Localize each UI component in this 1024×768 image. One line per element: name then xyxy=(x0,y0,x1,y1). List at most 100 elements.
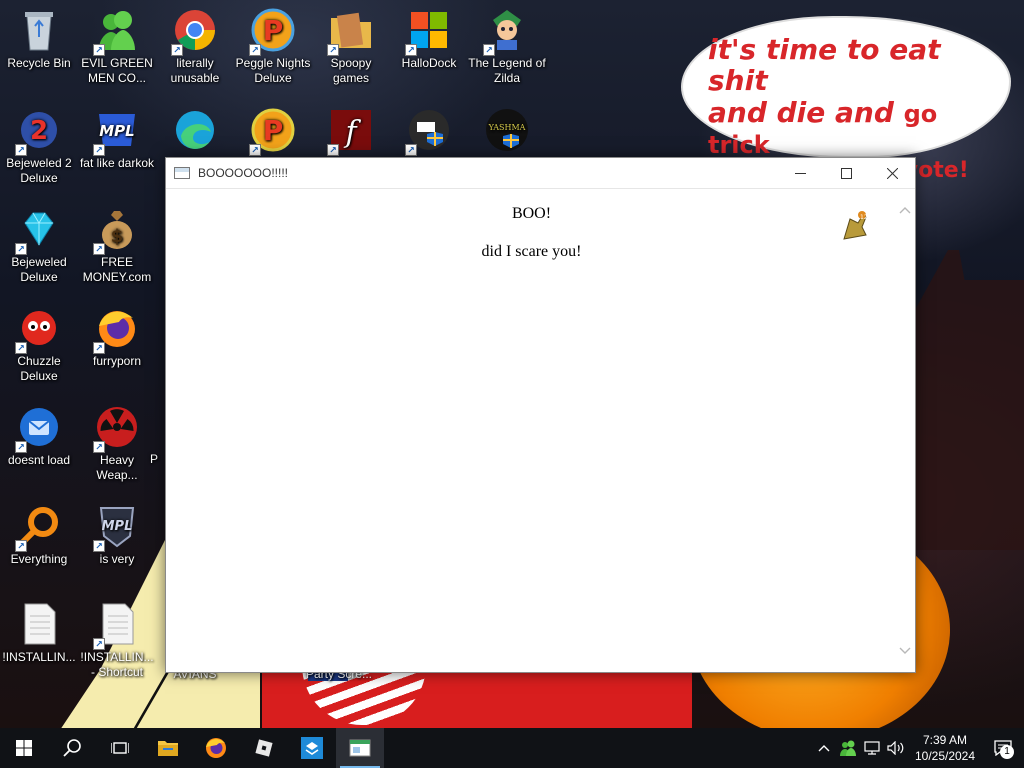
tray-volume[interactable] xyxy=(884,728,908,768)
desktop-icon-installing[interactable]: !INSTALLIN... xyxy=(0,600,78,665)
svg-text:YASHMA: YASHMA xyxy=(488,123,526,132)
clock-time: 7:39 AM xyxy=(922,733,968,747)
taskbar-firefox[interactable] xyxy=(192,728,240,768)
peggle-icon: P ↗ xyxy=(249,106,297,156)
tray-network[interactable] xyxy=(860,728,884,768)
maximize-icon xyxy=(840,167,852,179)
desktop-icon-peggle-deluxe[interactable]: P ↗ xyxy=(234,106,312,156)
desktop-icon-peggle-nights[interactable]: P ↗ Peggle Nights Deluxe xyxy=(234,6,312,86)
search-magnifier-icon: ↗ xyxy=(15,502,63,552)
app-icon xyxy=(301,737,323,759)
mpl-shield-icon: MPL ↗ xyxy=(93,502,141,552)
web-content: BOO! did I scare you! 12 xyxy=(166,189,897,672)
folder-icon xyxy=(158,741,178,756)
boo-heading: BOO! xyxy=(511,205,552,222)
desktop-icon-recycle-bin[interactable]: Recycle Bin xyxy=(0,6,78,71)
close-button[interactable] xyxy=(869,158,915,188)
tray-people-app[interactable] xyxy=(836,728,860,768)
window-body: BOO! did I scare you! 12 xyxy=(166,189,915,672)
minimize-icon xyxy=(794,172,806,174)
edge-icon xyxy=(171,106,219,154)
zilda-icon: ↗ xyxy=(483,6,531,56)
boo-dialog-window[interactable]: BOOOOOOO!!!!! BOO! did I scare you! 12 xyxy=(165,157,916,673)
firefox-icon xyxy=(206,738,226,758)
tray-overflow-button[interactable] xyxy=(812,728,836,768)
dancing-gif-image: 12 xyxy=(840,209,868,243)
chevron-up-icon xyxy=(818,745,830,752)
desktop-icon-flash[interactable]: f ↗ xyxy=(312,106,390,156)
desktop-icon-edge[interactable] xyxy=(156,106,234,156)
taskbar-roblox[interactable] xyxy=(240,728,288,768)
text-file-icon: ↗ xyxy=(93,600,141,650)
desktop-icon-hallodock[interactable]: ↗ HalloDock xyxy=(390,6,468,71)
notification-count-badge: 1 xyxy=(1000,745,1014,759)
svg-text:P: P xyxy=(263,114,284,147)
window-app-icon xyxy=(174,167,190,179)
chuzzle-icon: ↗ xyxy=(15,304,63,354)
desktop-icon-spoopy-games[interactable]: ↗ Spoopy games xyxy=(312,6,390,86)
window-titlebar[interactable]: BOOOOOOO!!!!! xyxy=(166,158,915,189)
desktop-icon-yashma[interactable]: YASHMA xyxy=(468,106,546,156)
minimize-button[interactable] xyxy=(777,158,823,188)
folder-icon: ↗ xyxy=(327,6,375,56)
money-bag-icon: $ ↗ xyxy=(93,205,141,255)
desktop-icon-fat-like-darkok[interactable]: MPL ↗ fat like darkok xyxy=(78,106,156,171)
text-file-icon xyxy=(15,600,63,648)
desktop-icon-furryporn[interactable]: ↗ furryporn xyxy=(78,304,156,369)
vertical-scrollbar[interactable] xyxy=(895,189,915,672)
task-view-icon xyxy=(111,742,129,754)
svg-text:$: $ xyxy=(111,226,124,247)
desktop-icon-legend-of-zilda[interactable]: ↗ The Legend of Zilda xyxy=(468,6,546,86)
windows-logo-icon: ↗ xyxy=(405,6,453,56)
window-controls xyxy=(777,158,915,188)
close-icon xyxy=(886,167,898,179)
settings-shield-icon: ↗ xyxy=(405,106,453,156)
scroll-up-arrow-icon[interactable] xyxy=(899,205,911,215)
roblox-icon xyxy=(255,739,273,757)
maximize-button[interactable] xyxy=(823,158,869,188)
desktop-icon-heavy-weapon[interactable]: ↗ Heavy Weap... xyxy=(78,403,156,483)
svg-text:2: 2 xyxy=(30,116,48,146)
taskbar-file-explorer[interactable] xyxy=(144,728,192,768)
svg-text:MPL: MPL xyxy=(99,122,134,140)
start-button[interactable] xyxy=(0,728,48,768)
desktop-icon-evil-green-men[interactable]: ↗ EVIL GREEN MEN CO... xyxy=(78,6,156,86)
task-view-button[interactable] xyxy=(96,728,144,768)
firefox-icon: ↗ xyxy=(93,304,141,354)
green-men-icon xyxy=(840,740,856,756)
desktop-icon-free-money[interactable]: $ ↗ FREE MONEY.com xyxy=(78,205,156,285)
yashma-icon: YASHMA xyxy=(483,106,531,154)
bejeweled2-icon: 2 ↗ xyxy=(15,106,63,156)
windows-start-icon xyxy=(16,740,32,756)
action-center-button[interactable]: 1 xyxy=(982,728,1024,768)
search-icon xyxy=(63,739,81,757)
taskbar-clock[interactable]: 7:39 AM 10/25/2024 xyxy=(908,732,982,764)
desktop-icon-is-very[interactable]: MPL ↗ is very xyxy=(78,502,156,567)
window-title: BOOOOOOO!!!!! xyxy=(198,166,289,180)
scroll-down-arrow-icon[interactable] xyxy=(899,646,911,656)
desktop-icon-doesnt-load[interactable]: ↗ doesnt load xyxy=(0,403,78,468)
bubble-line-1: it's time to eat shit xyxy=(708,33,941,98)
desktop-icon-installing-shortcut[interactable]: ↗ !INSTALLIN... - Shortcut xyxy=(78,600,156,680)
desktop-icon-chuzzle[interactable]: ↗ Chuzzle Deluxe xyxy=(0,304,78,384)
network-icon xyxy=(864,741,880,755)
chrome-icon: ↗ xyxy=(171,6,219,56)
recycle-bin-icon xyxy=(15,6,63,54)
peggle-icon: P ↗ xyxy=(249,6,297,56)
scare-message: did I scare you! xyxy=(481,243,582,260)
desktop-icon-bejeweled2[interactable]: 2 ↗ Bejeweled 2 Deluxe xyxy=(0,106,78,186)
desktop-icon-everything[interactable]: ↗ Everything xyxy=(0,502,78,567)
mpl-icon: MPL ↗ xyxy=(93,106,141,156)
bubble-line-2: and die and go trick xyxy=(708,95,938,160)
system-tray: 7:39 AM 10/25/2024 1 xyxy=(812,728,1024,768)
taskbar-boo-window[interactable] xyxy=(336,728,384,768)
desktop-icon-bejeweled[interactable]: ↗ Bejeweled Deluxe xyxy=(0,205,78,285)
desktop-icon-unknown-app[interactable]: ↗ xyxy=(390,106,468,156)
svg-text:12: 12 xyxy=(860,214,868,221)
desktop-icon-literally-unusable[interactable]: ↗ literally unusable xyxy=(156,6,234,86)
search-button[interactable] xyxy=(48,728,96,768)
taskbar-blue-app[interactable] xyxy=(288,728,336,768)
radiation-icon: ↗ xyxy=(93,403,141,453)
volume-icon xyxy=(887,741,904,755)
green-men-icon: ↗ xyxy=(93,6,141,56)
